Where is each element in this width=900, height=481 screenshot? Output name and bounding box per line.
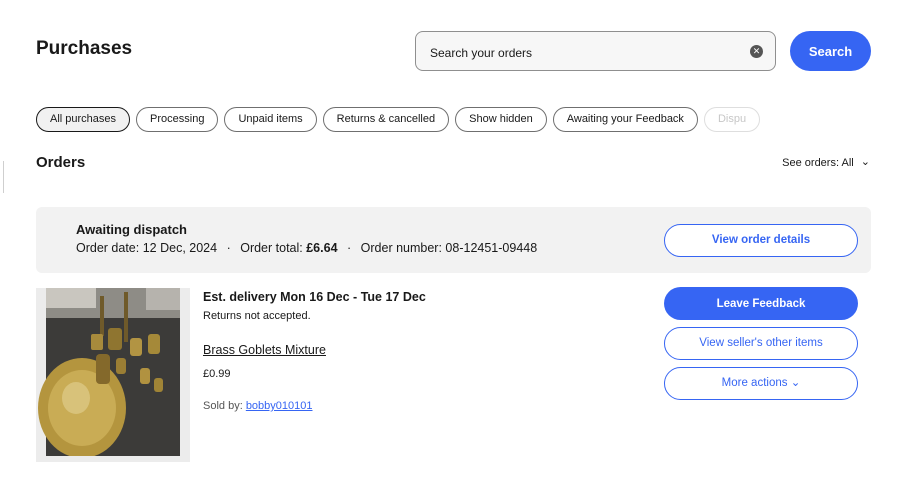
filter-chip-row: All purchases Processing Unpaid items Retur… <box>36 107 871 133</box>
sold-by: Sold by: bobby010101 <box>203 400 313 412</box>
order-date-label: Order date: <box>76 241 140 255</box>
chevron-down-icon: ⌄ <box>790 377 801 389</box>
filter-chip-disputes[interactable]: Dispu <box>703 107 761 132</box>
order-date: 12 Dec, 2024 <box>142 241 218 255</box>
filter-chip-processing[interactable]: Processing <box>136 107 219 132</box>
filter-chip-show-hidden[interactable]: Show hidden <box>455 107 547 132</box>
search-input[interactable] <box>428 42 732 64</box>
filter-chip-all-purchases[interactable]: All purchases <box>36 107 131 132</box>
see-orders-dropdown[interactable]: See orders: All ⌄ <box>782 156 870 169</box>
filter-chip-returns-cancelled[interactable]: Returns & cancelled <box>322 107 450 132</box>
view-order-details-button[interactable]: View order details <box>664 224 858 257</box>
order-total: £6.64 <box>306 241 338 255</box>
see-orders-value: All <box>841 157 854 169</box>
order-total-label: Order total: <box>240 241 303 255</box>
edge-divider <box>0 161 4 193</box>
order-number: 08-12451-09448 <box>445 241 538 255</box>
seller-link[interactable]: bobby010101 <box>246 400 313 412</box>
leave-feedback-button[interactable]: Leave Feedback <box>664 287 858 320</box>
clear-search-icon[interactable]: ✕ <box>750 45 763 58</box>
filter-chip-awaiting-feedback[interactable]: Awaiting your Feedback <box>552 107 698 132</box>
sold-by-label: Sold by: <box>203 400 243 412</box>
page-title: Purchases <box>36 38 133 59</box>
orders-heading: Orders <box>36 154 86 171</box>
more-actions-label: More actions <box>721 377 788 389</box>
item-photo-icon <box>36 288 190 462</box>
item-photo-image[interactable] <box>36 288 190 462</box>
view-seller-items-button[interactable]: View seller's other items <box>664 327 858 360</box>
order-summary-panel: Awaiting dispatch Order date: 12 Dec, 20… <box>36 207 871 273</box>
see-orders-label: See orders: <box>782 157 840 169</box>
item-price: £0.99 <box>203 368 231 380</box>
order-meta: Order date: 12 Dec, 2024 · Order total: … <box>76 241 537 255</box>
separator-dot: · <box>226 241 231 255</box>
filter-chip-unpaid-items[interactable]: Unpaid items <box>224 107 317 132</box>
returns-policy: Returns not accepted. <box>203 310 311 322</box>
more-actions-button[interactable]: More actions ⌄ <box>664 367 858 400</box>
estimated-delivery: Est. delivery Mon 16 Dec - Tue 17 Dec <box>203 290 426 304</box>
search-box: ✕ <box>415 31 776 71</box>
order-status: Awaiting dispatch <box>76 222 187 237</box>
search-button[interactable]: Search <box>790 31 871 71</box>
chevron-down-icon: ⌄ <box>860 156 870 168</box>
separator-dot: · <box>347 241 352 255</box>
item-title-link[interactable]: Brass Goblets Mixture <box>203 343 326 357</box>
order-number-label: Order number: <box>360 241 442 255</box>
